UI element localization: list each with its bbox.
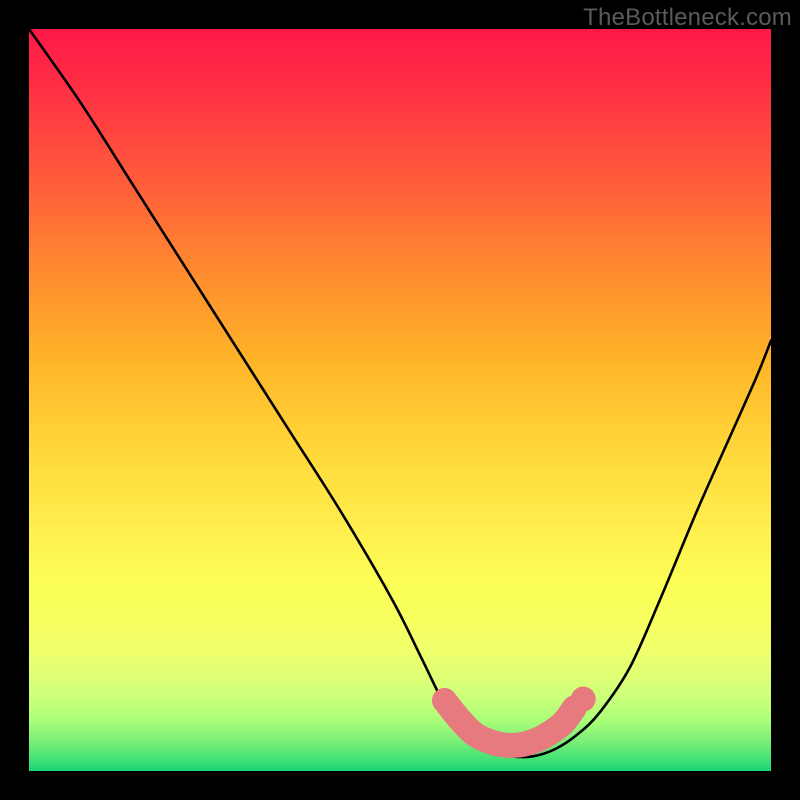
chart-plot-area: [29, 29, 771, 771]
bottleneck-curve: [29, 29, 771, 757]
optimal-band-dot: [562, 695, 587, 720]
watermark-text: TheBottleneck.com: [583, 4, 792, 32]
bottleneck-chart: [29, 29, 771, 771]
chart-frame: TheBottleneck.com: [0, 0, 800, 800]
